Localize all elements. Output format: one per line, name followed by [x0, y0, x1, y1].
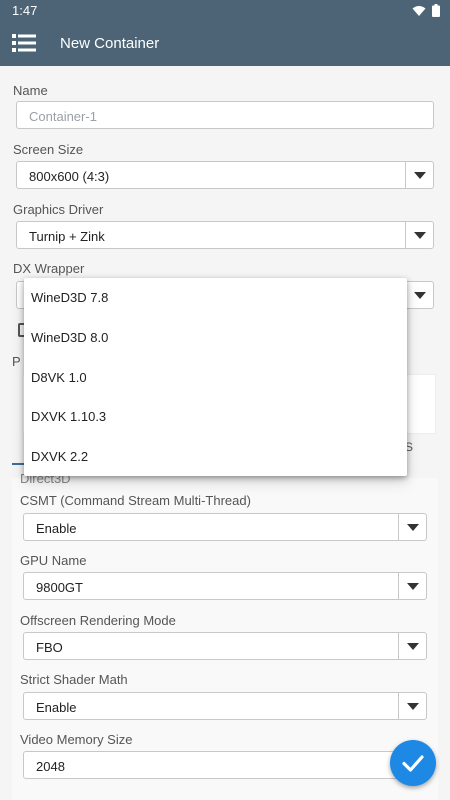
chevron-down-icon [405, 162, 433, 188]
screen-size-label: Screen Size [13, 142, 84, 157]
name-input[interactable]: Container-1 [16, 101, 434, 129]
screen-size-select[interactable]: 800x600 (4:3) [16, 161, 434, 189]
wifi-icon [412, 5, 426, 16]
dx-wrapper-option[interactable]: D8VK 1.0 [24, 358, 407, 398]
video-memory-value: 2048 [36, 759, 65, 774]
list-menu-icon[interactable] [12, 33, 36, 58]
strict-shader-label: Strict Shader Math [20, 672, 128, 687]
gpu-name-select[interactable]: 9800GT [23, 572, 427, 600]
status-bar: 1:47 [0, 0, 450, 22]
gpu-name-label: GPU Name [20, 553, 87, 568]
check-icon [402, 755, 424, 772]
video-memory-label: Video Memory Size [20, 732, 133, 747]
graphics-driver-select[interactable]: Turnip + Zink [16, 221, 434, 249]
offscreen-select[interactable]: FBO [23, 632, 427, 660]
name-placeholder: Container-1 [29, 109, 97, 124]
graphics-driver-label: Graphics Driver [13, 202, 104, 217]
confirm-button[interactable] [390, 740, 436, 786]
csmt-label: CSMT (Command Stream Multi-Thread) [20, 493, 251, 508]
gpu-name-value: 9800GT [36, 580, 83, 595]
battery-icon [432, 4, 440, 17]
partial-label: P [12, 354, 21, 369]
dx-wrapper-option[interactable]: WineD3D 7.8 [24, 278, 407, 318]
graphics-driver-value: Turnip + Zink [29, 229, 105, 244]
chevron-down-icon [405, 222, 433, 248]
csmt-select[interactable]: Enable [23, 513, 427, 541]
dx-wrapper-option[interactable]: WineD3D 8.0 [24, 318, 407, 358]
dx-wrapper-option[interactable]: DXVK 2.2 [24, 437, 407, 477]
status-time: 1:47 [12, 3, 38, 18]
dx-wrapper-label: DX Wrapper [13, 261, 85, 276]
strict-shader-select[interactable]: Enable [23, 692, 427, 720]
dx-wrapper-dropdown: WineD3D 7.8 WineD3D 8.0 D8VK 1.0 DXVK 1.… [24, 278, 407, 476]
name-label: Name [13, 83, 48, 98]
dx-wrapper-option[interactable]: DXVK 1.10.3 [24, 397, 407, 437]
chevron-down-icon [398, 693, 426, 719]
chevron-down-icon [398, 573, 426, 599]
chevron-down-icon [405, 282, 433, 308]
chevron-down-icon [398, 633, 426, 659]
page-title: New Container [60, 35, 160, 52]
csmt-value: Enable [36, 521, 77, 536]
app-bar: New Container [0, 22, 450, 66]
screen-size-value: 800x600 (4:3) [29, 169, 110, 184]
offscreen-label: Offscreen Rendering Mode [20, 613, 176, 628]
offscreen-value: FBO [36, 640, 63, 655]
chevron-down-icon [398, 514, 426, 540]
strict-shader-value: Enable [36, 700, 77, 715]
video-memory-select[interactable]: 2048 [23, 751, 427, 779]
